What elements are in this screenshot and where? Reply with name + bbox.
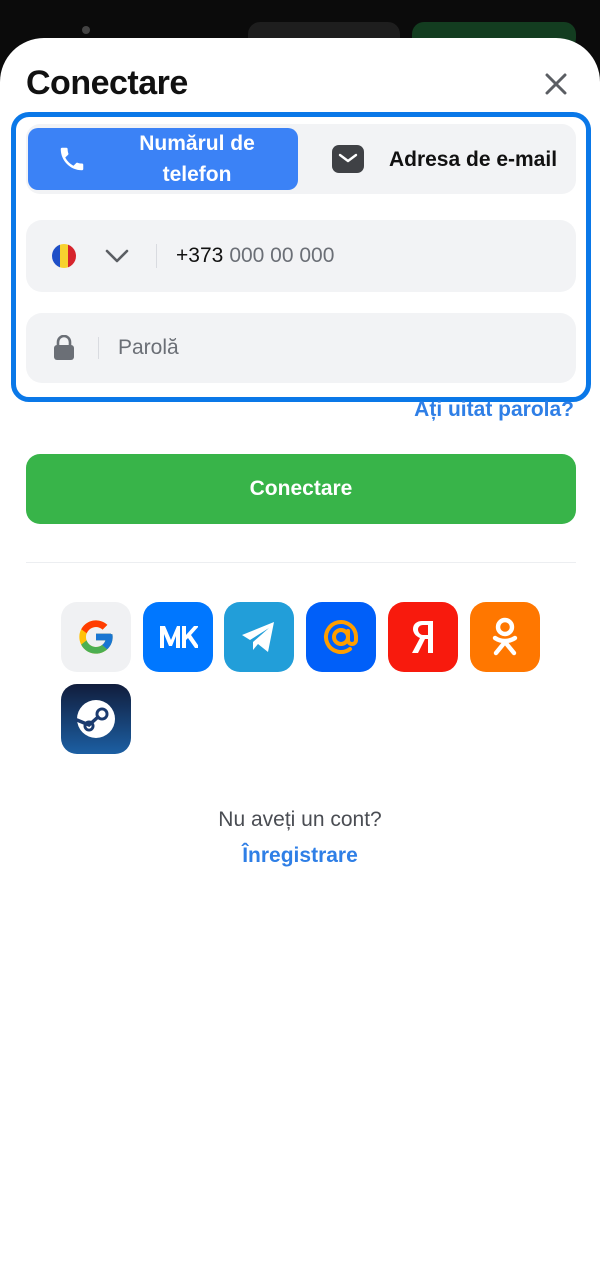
odnoklassniki-login-button[interactable] <box>470 602 540 672</box>
status-dot <box>82 26 90 34</box>
password-input[interactable] <box>118 313 558 383</box>
tab-email-address[interactable]: Adresa de e-mail <box>304 128 574 190</box>
steam-icon <box>75 700 115 738</box>
forgot-password-link[interactable]: Ați uitat parola? <box>414 398 574 422</box>
close-icon <box>545 73 567 95</box>
odnoklassniki-icon <box>492 617 518 656</box>
vk-login-button[interactable] <box>143 602 213 672</box>
mail-at-icon <box>324 620 358 654</box>
page-title: Conectare <box>26 64 188 102</box>
yandex-login-button[interactable] <box>388 602 458 672</box>
login-method-switch: Numărul de telefon Adresa de e-mail <box>26 124 576 194</box>
tab-phone-label: Numărul de telefon <box>139 132 255 186</box>
steam-login-button[interactable] <box>61 684 131 754</box>
telegram-login-button[interactable] <box>224 602 294 672</box>
phone-icon <box>56 143 88 175</box>
tab-email-label: Adresa de e-mail <box>388 147 558 171</box>
register-link[interactable]: Înregistrare <box>0 844 600 868</box>
no-account-text: Nu aveți un cont? <box>218 808 382 831</box>
country-dropdown[interactable] <box>104 244 130 268</box>
google-login-button[interactable] <box>61 602 131 672</box>
field-divider <box>156 244 157 268</box>
google-icon <box>79 620 113 654</box>
tab-phone-number[interactable]: Numărul de telefon <box>28 128 298 190</box>
telegram-icon <box>242 622 274 652</box>
login-sheet: Conectare Numărul de telefon Adresa de e… <box>0 38 600 1280</box>
password-field <box>26 313 576 383</box>
mail-login-button[interactable] <box>306 602 376 672</box>
phone-input[interactable]: +373 000 00 000 <box>176 220 334 292</box>
yandex-icon <box>412 621 433 653</box>
mail-icon <box>332 143 364 175</box>
chevron-down-icon <box>105 249 129 263</box>
field-divider <box>98 337 99 359</box>
phone-placeholder: 000 00 000 <box>229 244 335 267</box>
divider <box>26 562 576 563</box>
close-button[interactable] <box>540 68 572 100</box>
country-code: +373 <box>176 244 224 267</box>
login-button[interactable]: Conectare <box>26 454 576 524</box>
lock-icon <box>52 335 76 361</box>
moldova-flag-icon <box>52 244 76 268</box>
phone-field[interactable]: +373 000 00 000 <box>26 220 576 292</box>
vk-icon <box>160 626 198 648</box>
